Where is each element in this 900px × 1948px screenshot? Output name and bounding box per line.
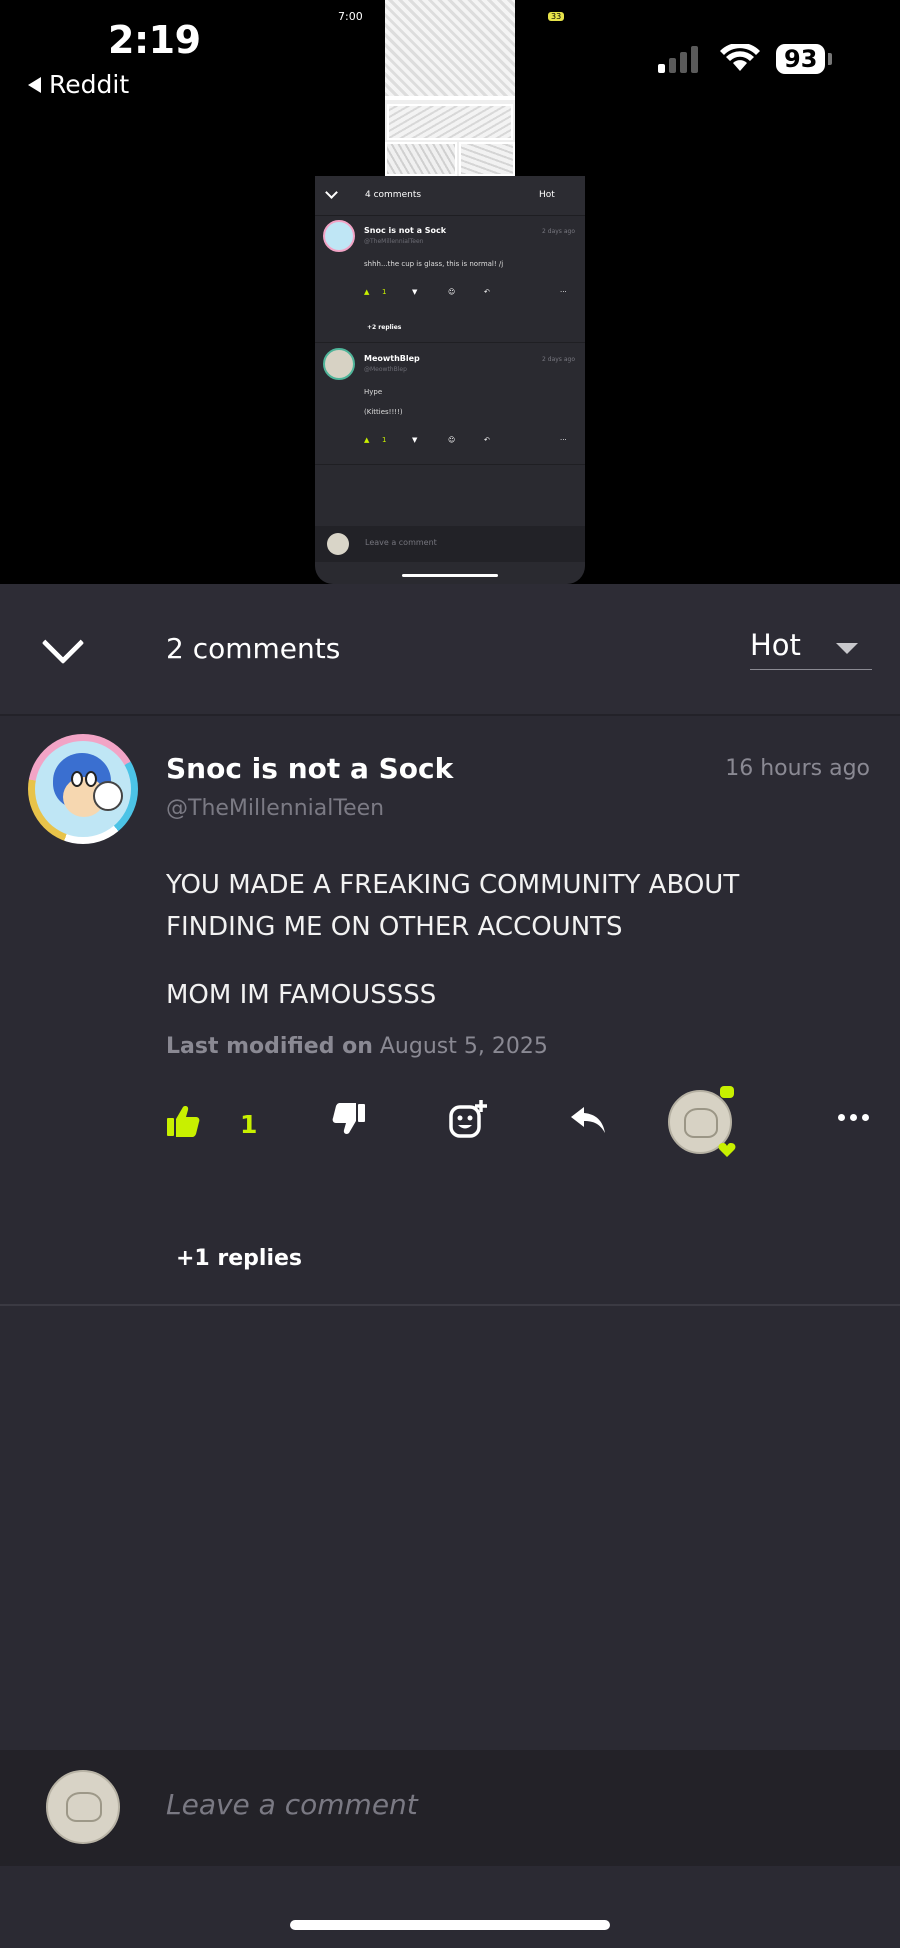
comment-composer[interactable]: Leave a comment — [0, 1750, 900, 1866]
comment-body-line: YOU MADE A FREAKING COMMUNITY ABOUT — [166, 870, 740, 900]
mini-header: 4 comments Hot — [315, 176, 585, 216]
mini-body: Hype — [364, 388, 383, 396]
comments-preview-image: 4 comments Hot Snoc is not a Sock @TheMi… — [315, 176, 585, 584]
more-icon: ··· — [560, 288, 567, 296]
mini-like-count: 1 — [382, 288, 387, 296]
modified-label: Last modified on — [166, 1034, 373, 1059]
wifi-icon — [720, 44, 760, 71]
reply-icon: ↶ — [484, 436, 490, 444]
comment-actions: 1 — [0, 1084, 900, 1184]
comment-handle: @TheMillennialTeen — [166, 796, 385, 821]
battery-level: 93 — [776, 44, 826, 74]
add-reaction-icon: ☺ — [448, 288, 456, 296]
comments-header: 2 comments Hot — [0, 584, 900, 716]
more-icon[interactable] — [838, 1114, 869, 1121]
home-indicator[interactable] — [290, 1920, 610, 1930]
mini-like-count: 1 — [382, 436, 387, 444]
avatar[interactable] — [28, 734, 138, 844]
back-to-reddit-button[interactable]: Reddit — [28, 70, 129, 99]
mini-handle: @TheMillennialTeen — [364, 238, 424, 245]
collapse-chevron-icon[interactable] — [41, 621, 85, 665]
comments-panel: 2 comments Hot Snoc is not a Sock @TheMi… — [0, 584, 900, 1948]
sort-label: Hot — [750, 628, 801, 662]
like-count: 1 — [240, 1110, 258, 1139]
thumbs-down-icon: ▼ — [412, 288, 418, 296]
thumbs-up-icon: ▲ — [364, 288, 370, 296]
mini-actions: ▲ 1 ▼ ☺ ↶ ··· — [364, 288, 576, 296]
mini-battery: 33 — [548, 12, 565, 21]
thumbs-down-icon[interactable] — [332, 1102, 366, 1136]
status-time: 2:19 — [108, 18, 201, 62]
back-arrow-icon — [28, 76, 41, 93]
comment-body-line: FINDING ME ON OTHER ACCOUNTS — [166, 912, 623, 942]
back-label: Reddit — [49, 70, 130, 99]
modified-date: August 5, 2025 — [379, 1034, 548, 1059]
sort-dropdown[interactable]: Hot — [750, 628, 872, 670]
reaction-badge — [720, 1086, 734, 1098]
mini-sort: Hot — [539, 190, 555, 200]
avatar — [327, 533, 349, 555]
comment-author[interactable]: Snoc is not a Sock — [166, 752, 453, 785]
add-reaction-icon[interactable] — [448, 1098, 488, 1140]
signal-icon — [658, 46, 698, 73]
mini-time: 2 days ago — [542, 228, 575, 235]
avatar — [323, 348, 355, 380]
mini-home-indicator — [402, 574, 498, 577]
mini-composer: Leave a comment — [315, 526, 585, 562]
reply-icon[interactable] — [570, 1106, 606, 1134]
mini-author: Snoc is not a Sock — [364, 226, 447, 235]
mini-author: MeowthBlep — [364, 354, 420, 363]
thumbs-up-icon[interactable] — [166, 1104, 200, 1138]
thumbs-up-icon: ▲ — [364, 436, 370, 444]
battery-icon: 93 — [776, 44, 833, 74]
mini-actions: ▲ 1 ▼ ☺ ↶ ··· — [364, 436, 576, 444]
comment-input-placeholder[interactable]: Leave a comment — [166, 1788, 418, 1821]
avatar — [323, 220, 355, 252]
mini-status-time: 7:00 — [338, 10, 363, 23]
heart-icon — [718, 1143, 736, 1157]
add-reaction-icon: ☺ — [448, 436, 456, 444]
thumbs-down-icon: ▼ — [412, 436, 418, 444]
divider — [0, 1304, 900, 1306]
comic-image — [385, 0, 515, 176]
avatar — [46, 1770, 120, 1844]
comment-timestamp: 16 hours ago — [725, 756, 870, 781]
mini-replies: +2 replies — [367, 324, 402, 331]
mini-comment-count: 4 comments — [365, 190, 422, 200]
caret-down-icon — [836, 643, 858, 654]
modified-info: Last modified on August 5, 2025 — [166, 1034, 548, 1059]
mini-composer-placeholder: Leave a comment — [365, 538, 437, 547]
reply-icon: ↶ — [484, 288, 490, 296]
more-icon: ··· — [560, 436, 567, 444]
mini-body: shhh...the cup is glass, this is normal!… — [364, 260, 504, 268]
mini-handle: @MeowthBlep — [364, 366, 407, 373]
mini-time: 2 days ago — [542, 356, 575, 363]
chevron-down-icon — [325, 186, 338, 199]
comment-count: 2 comments — [166, 632, 341, 665]
mini-body: (Kitties!!!!) — [364, 408, 403, 416]
comment-body-line: MOM IM FAMOUSSSS — [166, 980, 437, 1010]
view-replies-button[interactable]: +1 replies — [176, 1246, 302, 1271]
media-viewer: 2:19 Reddit 93 7:00 33 4 comments Hot Sn… — [0, 0, 900, 584]
